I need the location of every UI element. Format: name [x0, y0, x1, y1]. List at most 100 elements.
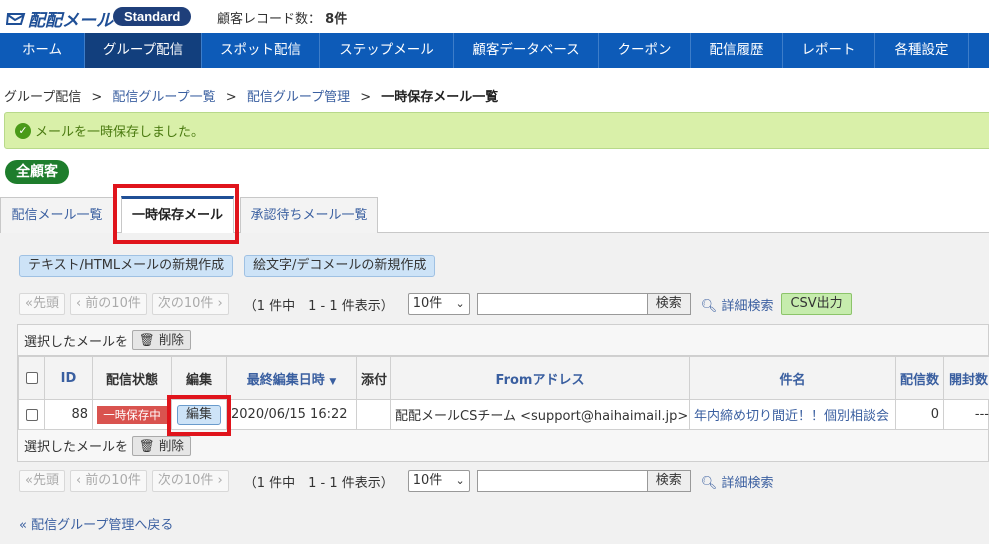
trash-icon: 🗑︎ — [139, 437, 155, 453]
advanced-search-link[interactable]: 🔍︎ 詳細検索 — [701, 295, 774, 314]
double-chevron-left-icon: « — [19, 518, 27, 533]
tab-temp-saved-mail[interactable]: 一時保存メール — [121, 196, 234, 233]
pager-prev-button[interactable]: ‹ 前の10件 — [69, 470, 147, 492]
breadcrumb-separator: > — [91, 90, 103, 105]
top-bar: 配配メール Standard 顧客レコード数： 8件 — [0, 0, 989, 33]
mail-table-container: 選択したメールを 🗑︎ 削除 ID 配信状態 編集 最終編集日時 ▼ 添付 Fr… — [17, 324, 989, 462]
advanced-search-label: 詳細検索 — [721, 475, 774, 491]
breadcrumb-item-group-list[interactable]: 配信グループ一覧 — [112, 90, 215, 105]
search-button[interactable]: 検索 — [646, 470, 691, 492]
tab-bar: 配信メール一覧 一時保存メール 承認待ちメール一覧 — [0, 196, 989, 233]
check-circle-icon: ✓ — [15, 122, 31, 139]
column-header-from[interactable]: Fromアドレス — [390, 356, 690, 400]
per-page-value: 10件 — [412, 473, 443, 488]
create-text-html-mail-button[interactable]: テキスト/HTMLメールの新規作成 — [19, 255, 234, 277]
app-logo[interactable]: 配配メール — [6, 6, 113, 31]
pager-prev-button[interactable]: ‹ 前の10件 — [69, 293, 147, 315]
bulk-action-label: 選択したメールを — [24, 334, 129, 350]
row-sent: 0 — [895, 399, 944, 430]
nav-settings[interactable]: 各種設定 — [875, 33, 969, 68]
bulk-delete-button[interactable]: 🗑︎ 削除 — [132, 330, 191, 350]
success-alert: ✓ メールを一時保存しました。 — [4, 112, 989, 149]
chevron-down-icon: ⌄ — [455, 474, 465, 487]
breadcrumb-current: 一時保存メール一覧 — [381, 90, 499, 105]
pager-bottom: «先頭 ‹ 前の10件 次の10件 › （1 件中 1 - 1 件表示） 10件… — [19, 469, 773, 493]
column-header-status: 配信状態 — [92, 356, 172, 400]
pager-info: （1 件中 1 - 1 件表示） — [243, 298, 394, 314]
search-input[interactable] — [476, 293, 648, 315]
table-row: 88 一時保存中 編集 2020/06/15 16:22 配配メールCSチーム … — [18, 399, 989, 430]
logo-text: 配配メール — [28, 11, 113, 31]
column-header-updated-label: 最終編集日時 — [246, 372, 325, 388]
edit-button[interactable]: 編集 — [176, 404, 221, 425]
breadcrumb-separator: > — [360, 90, 372, 105]
chevron-down-icon: ⌄ — [455, 297, 465, 310]
pager-next-button[interactable]: 次の10件 › — [151, 293, 229, 315]
magnifier-icon: 🔍︎ — [700, 298, 718, 314]
column-header-updated[interactable]: 最終編集日時 ▼ — [226, 356, 357, 400]
pager-top: «先頭 ‹ 前の10件 次の10件 › （1 件中 1 - 1 件表示） 10件… — [19, 292, 852, 316]
breadcrumb: グループ配信 > 配信グループ一覧 > 配信グループ管理 > 一時保存メール一覧 — [4, 86, 498, 105]
magnifier-icon: 🔍︎ — [700, 475, 718, 491]
bulk-delete-label: 削除 — [158, 332, 184, 347]
row-select-cell — [18, 399, 45, 430]
column-header-sent[interactable]: 配信数 — [895, 356, 944, 400]
nav-customer-db[interactable]: 顧客データベース — [454, 33, 599, 68]
caret-down-icon: ▼ — [329, 376, 337, 387]
mail-table: ID 配信状態 編集 最終編集日時 ▼ 添付 Fromアドレス 件名 配信数 開… — [18, 356, 989, 430]
column-header-subject[interactable]: 件名 — [689, 356, 896, 400]
breadcrumb-item-group-delivery[interactable]: グループ配信 — [4, 90, 81, 105]
column-header-id[interactable]: ID — [44, 356, 93, 400]
breadcrumb-item-group-manage[interactable]: 配信グループ管理 — [247, 90, 350, 105]
per-page-value: 10件 — [412, 296, 443, 311]
bulk-action-bar-bottom: 選択したメールを 🗑︎ 削除 — [18, 430, 988, 461]
breadcrumb-separator: > — [225, 90, 237, 105]
pager-next-button[interactable]: 次の10件 › — [151, 470, 229, 492]
record-count-value: 8件 — [325, 12, 348, 27]
main-nav: ホーム グループ配信 スポット配信 ステップメール 顧客データベース クーポン … — [0, 33, 989, 68]
nav-coupon[interactable]: クーポン — [599, 33, 691, 68]
nav-spot-delivery[interactable]: スポット配信 — [202, 33, 320, 68]
bulk-action-label: 選択したメールを — [24, 440, 129, 455]
select-all-checkbox[interactable] — [25, 372, 38, 384]
pager-info: （1 件中 1 - 1 件表示） — [243, 475, 394, 491]
bulk-delete-button[interactable]: 🗑︎ 削除 — [132, 435, 191, 456]
nav-step-mail[interactable]: ステップメール — [320, 33, 454, 68]
row-checkbox[interactable] — [25, 408, 38, 421]
bulk-action-bar-top: 選択したメールを 🗑︎ 削除 — [18, 325, 988, 356]
row-status-cell: 一時保存中 — [92, 399, 172, 430]
per-page-select[interactable]: 10件 ⌄ — [407, 470, 470, 492]
status-badge: 一時保存中 — [97, 405, 167, 424]
row-id: 88 — [44, 399, 93, 430]
column-header-edit: 編集 — [171, 356, 227, 400]
search-input[interactable] — [476, 470, 648, 492]
select-all-header — [18, 356, 45, 400]
advanced-search-label: 詳細検索 — [721, 298, 774, 314]
row-attach — [356, 399, 391, 430]
bulk-delete-label: 削除 — [158, 437, 184, 453]
back-link-label: 配信グループ管理へ戻る — [31, 518, 174, 533]
plan-badge: Standard — [113, 7, 192, 26]
csv-export-button[interactable]: CSV出力 — [781, 293, 852, 315]
mail-envelope-icon — [6, 12, 26, 25]
column-header-attach: 添付 — [356, 356, 391, 400]
tab-pending-approval[interactable]: 承認待ちメール一覧 — [240, 197, 378, 233]
row-updated: 2020/06/15 16:22 — [226, 399, 357, 430]
record-count: 顧客レコード数： 8件 — [217, 8, 347, 27]
nav-group-delivery[interactable]: グループ配信 — [85, 33, 202, 68]
pager-first-button[interactable]: «先頭 — [19, 293, 65, 315]
per-page-select[interactable]: 10件 ⌄ — [407, 293, 470, 315]
tab-delivered-mail-list[interactable]: 配信メール一覧 — [0, 197, 114, 233]
back-to-group-manage-link[interactable]: « 配信グループ管理へ戻る — [19, 514, 173, 533]
nav-home[interactable]: ホーム — [0, 33, 85, 68]
record-count-label: 顧客レコード数： — [217, 12, 322, 27]
trash-icon: 🗑︎ — [139, 332, 155, 347]
nav-report[interactable]: レポート — [783, 33, 875, 68]
create-deco-mail-button[interactable]: 絵文字/デコメールの新規作成 — [244, 255, 436, 277]
advanced-search-link[interactable]: 🔍︎ 詳細検索 — [701, 472, 774, 491]
pager-first-button[interactable]: «先頭 — [19, 470, 65, 492]
search-button[interactable]: 検索 — [646, 293, 691, 315]
column-header-opened[interactable]: 開封数 — [943, 356, 989, 400]
row-subject-link[interactable]: 年内締め切り間近！！個別相談会 — [689, 399, 896, 430]
nav-delivery-history[interactable]: 配信履歴 — [691, 33, 783, 68]
